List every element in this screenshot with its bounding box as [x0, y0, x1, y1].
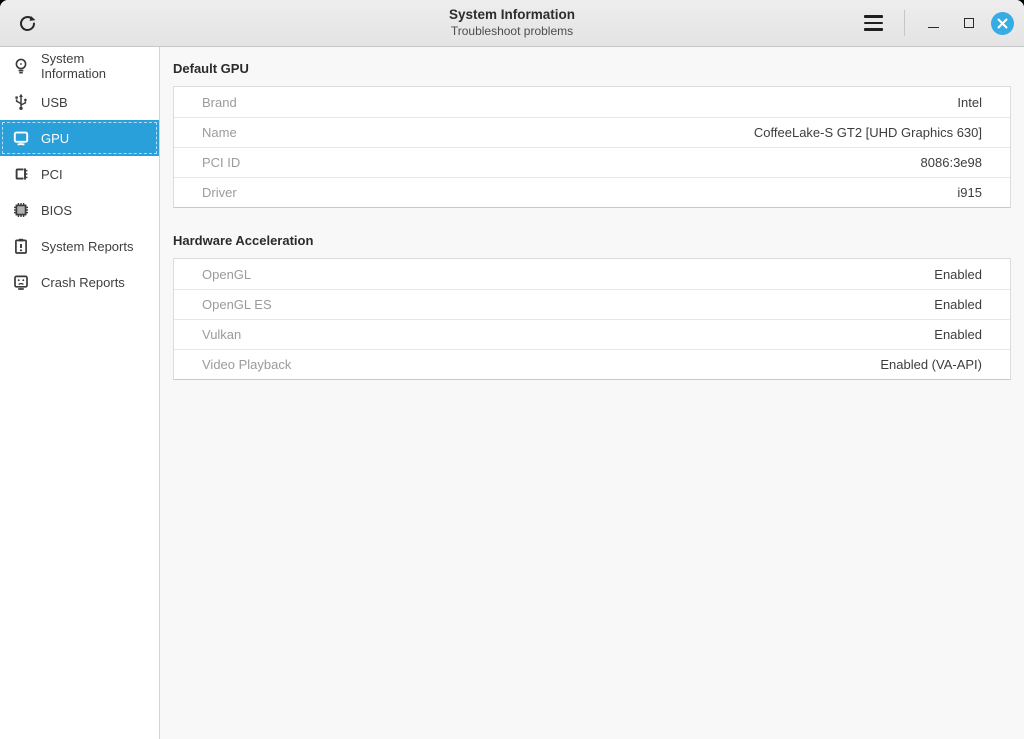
window-title: System Information [449, 7, 575, 24]
row-value: Enabled (VA-API) [880, 357, 982, 372]
row-label: Vulkan [202, 327, 241, 342]
table-row: PCI ID 8086:3e98 [174, 147, 1010, 177]
main-area: System Information USB [0, 47, 1024, 739]
row-value: Enabled [934, 297, 982, 312]
row-value: Enabled [934, 267, 982, 282]
section-hardware-acceleration: Hardware Acceleration OpenGL Enabled Ope… [173, 233, 1011, 380]
sidebar-item-crash-reports[interactable]: Crash Reports [0, 264, 159, 300]
table-row: Video Playback Enabled (VA-API) [174, 349, 1010, 379]
content-panel: Default GPU Brand Intel Name CoffeeLake-… [160, 47, 1024, 739]
minimize-icon [928, 19, 939, 28]
table-row: OpenGL ES Enabled [174, 289, 1010, 319]
info-table: OpenGL Enabled OpenGL ES Enabled Vulkan … [173, 258, 1011, 380]
row-label: Brand [202, 95, 237, 110]
minimize-button[interactable] [919, 9, 947, 37]
maximize-icon [964, 18, 974, 28]
sidebar-item-gpu[interactable]: GPU [0, 120, 159, 156]
window-subtitle: Troubleshoot problems [449, 24, 575, 39]
table-row: OpenGL Enabled [174, 259, 1010, 289]
sidebar-item-pci[interactable]: PCI [0, 156, 159, 192]
section-title: Default GPU [173, 61, 1011, 76]
table-row: Vulkan Enabled [174, 319, 1010, 349]
row-label: Name [202, 125, 237, 140]
header-bar: System Information Troubleshoot problems [0, 0, 1024, 47]
sidebar-item-bios[interactable]: BIOS [0, 192, 159, 228]
sidebar-item-label: System Information [41, 51, 151, 81]
maximize-button[interactable] [955, 9, 983, 37]
row-label: PCI ID [202, 155, 240, 170]
sidebar-item-label: BIOS [41, 203, 72, 218]
window-title-area: System Information Troubleshoot problems [449, 7, 575, 39]
row-value: Enabled [934, 327, 982, 342]
row-label: OpenGL ES [202, 297, 272, 312]
sidebar-item-usb[interactable]: USB [0, 84, 159, 120]
row-value: Intel [957, 95, 982, 110]
chip-icon [12, 201, 30, 219]
pci-card-icon [12, 165, 30, 183]
row-value: i915 [957, 185, 982, 200]
header-separator [904, 10, 905, 36]
sidebar: System Information USB [0, 47, 160, 739]
crash-face-icon [12, 273, 30, 291]
refresh-icon [17, 13, 38, 34]
sidebar-item-label: PCI [41, 167, 63, 182]
usb-icon [12, 93, 30, 111]
header-controls [856, 6, 1014, 40]
section-title: Hardware Acceleration [173, 233, 1011, 248]
monitor-icon [12, 129, 30, 147]
sidebar-item-system-information[interactable]: System Information [0, 48, 159, 84]
menu-button[interactable] [856, 6, 890, 40]
close-button[interactable] [991, 12, 1014, 35]
refresh-button[interactable] [10, 6, 44, 40]
table-row: Driver i915 [174, 177, 1010, 207]
close-icon [997, 18, 1008, 29]
sidebar-item-label: Crash Reports [41, 275, 125, 290]
row-value: CoffeeLake-S GT2 [UHD Graphics 630] [754, 125, 982, 140]
sidebar-item-label: GPU [41, 131, 69, 146]
row-label: Driver [202, 185, 237, 200]
table-row: Brand Intel [174, 87, 1010, 117]
table-row: Name CoffeeLake-S GT2 [UHD Graphics 630] [174, 117, 1010, 147]
section-default-gpu: Default GPU Brand Intel Name CoffeeLake-… [173, 61, 1011, 208]
hamburger-icon [864, 15, 883, 18]
row-value: 8086:3e98 [921, 155, 982, 170]
lightbulb-icon [12, 57, 30, 75]
sidebar-item-label: System Reports [41, 239, 133, 254]
row-label: OpenGL [202, 267, 251, 282]
row-label: Video Playback [202, 357, 291, 372]
sidebar-item-label: USB [41, 95, 68, 110]
info-table: Brand Intel Name CoffeeLake-S GT2 [UHD G… [173, 86, 1011, 208]
clipboard-alert-icon [12, 237, 30, 255]
app-window: System Information Troubleshoot problems [0, 0, 1024, 739]
sidebar-item-system-reports[interactable]: System Reports [0, 228, 159, 264]
